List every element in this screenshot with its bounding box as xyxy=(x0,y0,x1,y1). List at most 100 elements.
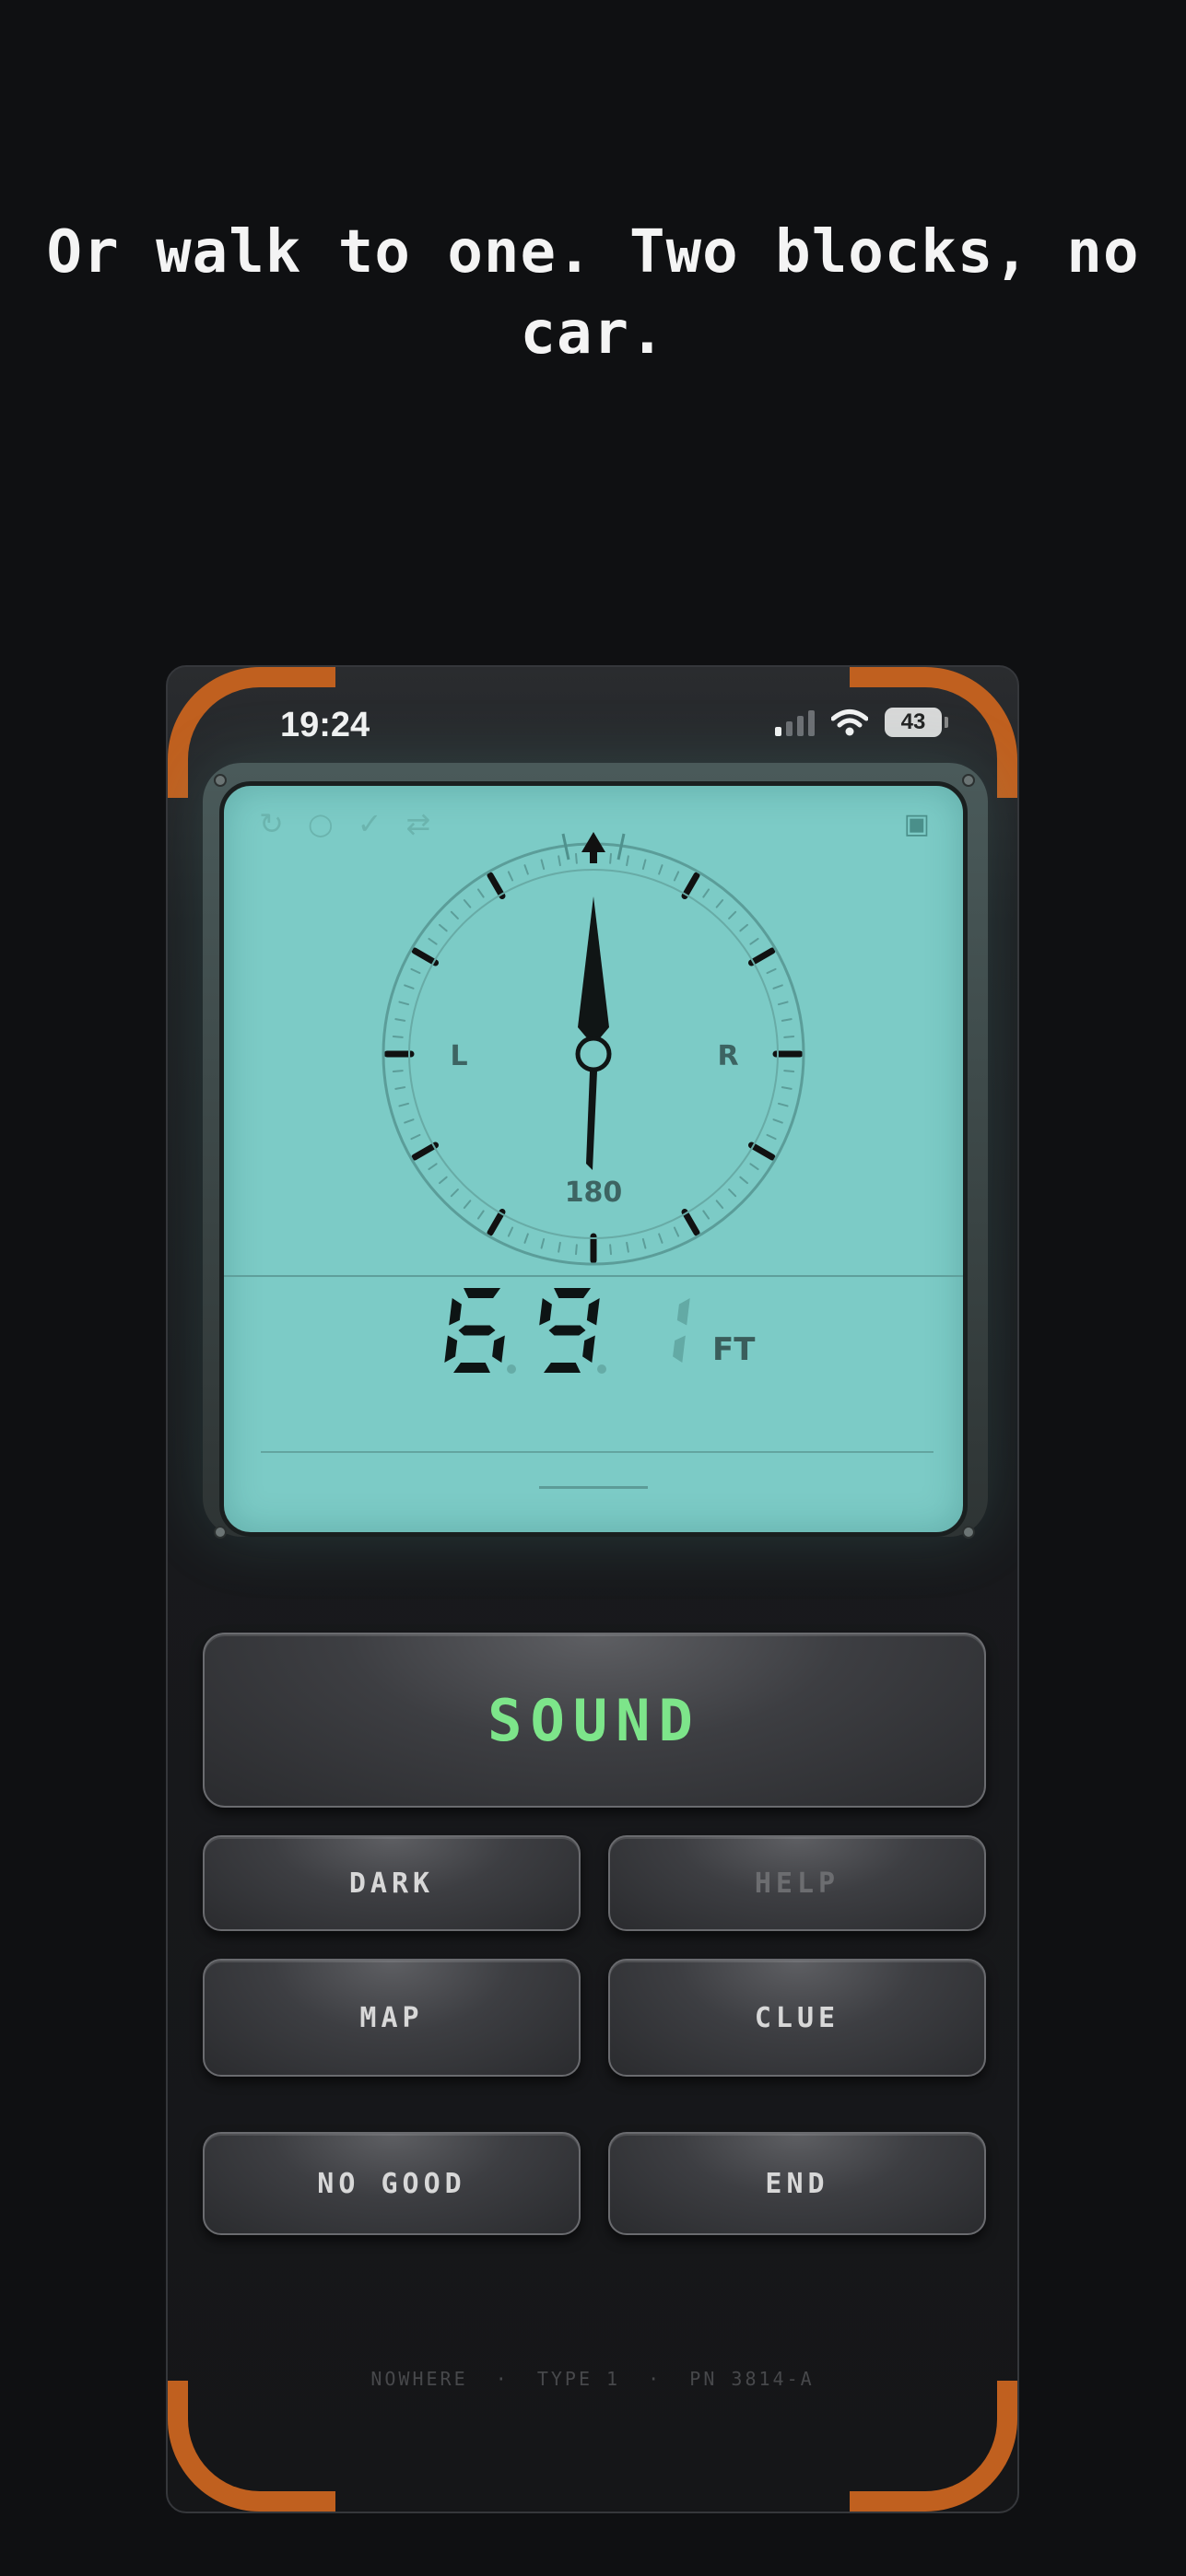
compass-tick xyxy=(658,1233,663,1244)
digit-segment xyxy=(673,1335,686,1363)
digit-segment xyxy=(534,1336,547,1364)
compass-tick xyxy=(410,1133,421,1141)
compass-tick xyxy=(728,910,737,919)
compass-tick xyxy=(411,1142,440,1161)
screw-icon xyxy=(962,1526,975,1539)
compass-tick xyxy=(777,1001,789,1006)
compass-tick xyxy=(450,1188,459,1198)
dark-button[interactable]: DARK xyxy=(203,1835,581,1931)
digit-segment xyxy=(444,1335,458,1363)
compass-tick xyxy=(463,899,472,908)
digit-segment xyxy=(640,1326,676,1336)
compass-tick xyxy=(523,864,529,875)
sound-button[interactable]: SOUND xyxy=(203,1633,986,1808)
compass-tick xyxy=(394,1018,406,1022)
corner-accent-bottom-left xyxy=(168,2381,335,2512)
compass-tick xyxy=(641,1237,647,1249)
compass-tick xyxy=(749,937,759,945)
compass-tick xyxy=(626,855,629,867)
compass-tick xyxy=(739,1176,748,1185)
compass-tick xyxy=(428,1163,438,1171)
device-frame: 19:24 43 ↻ ○ ✓ ⇄ ▣ L R 180 FT SOUND DARK… xyxy=(166,665,1019,2513)
digit-segment xyxy=(539,1298,552,1326)
compass-tick xyxy=(404,1118,415,1124)
device-footer-label: NOWHERE · TYPE 1 · PN 3814-A xyxy=(370,2368,815,2390)
compass-tick xyxy=(540,1237,546,1249)
compass-tick xyxy=(747,947,776,966)
compass-tick xyxy=(781,1086,793,1090)
compass-tick xyxy=(507,871,514,882)
compass-tick xyxy=(609,852,612,864)
digit-segment xyxy=(492,1335,505,1363)
compass-tick xyxy=(766,967,777,975)
compass-tick xyxy=(728,1188,737,1198)
digit-segment xyxy=(634,1363,671,1373)
digit-segment xyxy=(676,1298,690,1326)
compass-tick xyxy=(411,947,440,966)
digit-segment xyxy=(449,1298,462,1326)
compass-tick xyxy=(394,1086,406,1090)
compass-tick xyxy=(439,1176,448,1185)
digit-segment xyxy=(497,1298,510,1326)
compass-tick xyxy=(781,1018,793,1022)
screw-icon xyxy=(214,774,227,787)
digit-segment xyxy=(544,1363,581,1373)
digit-segment xyxy=(586,1298,600,1326)
no-good-button[interactable]: NO GOOD xyxy=(203,2132,581,2235)
compass-tick xyxy=(626,1241,629,1253)
digit-segment xyxy=(625,1336,638,1364)
compass-tick xyxy=(476,888,485,898)
compass-tick xyxy=(398,1102,410,1107)
cellular-signal-icon xyxy=(775,708,815,736)
digit-segment xyxy=(548,1325,586,1336)
digit-segment xyxy=(453,1363,490,1373)
digit-segment xyxy=(458,1325,496,1336)
compass-tick xyxy=(558,855,561,867)
compass-dial: L R 180 xyxy=(224,832,963,1374)
digit-segment xyxy=(582,1335,595,1363)
compass-tick xyxy=(410,967,421,975)
compass-tick xyxy=(487,1208,506,1236)
digit-segment xyxy=(644,1288,681,1298)
battery-icon: 43 xyxy=(885,708,948,737)
compass-tick xyxy=(702,1210,710,1220)
digit-segment xyxy=(464,1288,501,1298)
compass-tick xyxy=(715,1200,724,1209)
compass-tick xyxy=(681,872,700,900)
digit-dot xyxy=(507,1364,516,1374)
digit-segment xyxy=(629,1298,642,1326)
digit-dot xyxy=(597,1364,606,1374)
lcd-indicator-line xyxy=(539,1486,648,1489)
compass-tick xyxy=(540,859,546,871)
compass-tick xyxy=(702,888,710,898)
compass-tick xyxy=(450,910,459,919)
map-button[interactable]: MAP xyxy=(203,1959,581,2077)
compass-tick xyxy=(487,872,506,900)
compass-tick xyxy=(428,937,438,945)
screw-icon xyxy=(962,774,975,787)
compass-tick xyxy=(673,1226,680,1237)
compass-right-label: R xyxy=(717,1040,738,1072)
compass-tick xyxy=(558,1241,561,1253)
end-button[interactable]: END xyxy=(608,2132,986,2235)
compass-tick xyxy=(439,923,448,932)
distance-digits xyxy=(444,1288,690,1374)
digit-segment xyxy=(554,1288,592,1298)
compass-tick xyxy=(609,1244,612,1256)
compass-left-label: L xyxy=(450,1040,467,1072)
compass-tick xyxy=(476,1210,485,1220)
compass-tick xyxy=(673,871,680,882)
compass-tick xyxy=(749,1163,759,1171)
headline: Or walk to one. Two blocks, no car. xyxy=(46,218,1140,368)
lcd-display: ↻ ○ ✓ ⇄ ▣ L R 180 FT xyxy=(219,781,968,1537)
compass-tick xyxy=(739,923,748,932)
compass-tick xyxy=(507,1226,514,1237)
help-button[interactable]: HELP xyxy=(608,1835,986,1931)
compass-tick xyxy=(783,1036,795,1038)
compass-tick xyxy=(766,1133,777,1141)
clue-button[interactable]: CLUE xyxy=(608,1959,986,2077)
compass-tick xyxy=(747,1142,776,1161)
compass-tick xyxy=(772,984,783,989)
status-time: 19:24 xyxy=(280,706,370,744)
distance-unit: FT xyxy=(712,1331,756,1368)
